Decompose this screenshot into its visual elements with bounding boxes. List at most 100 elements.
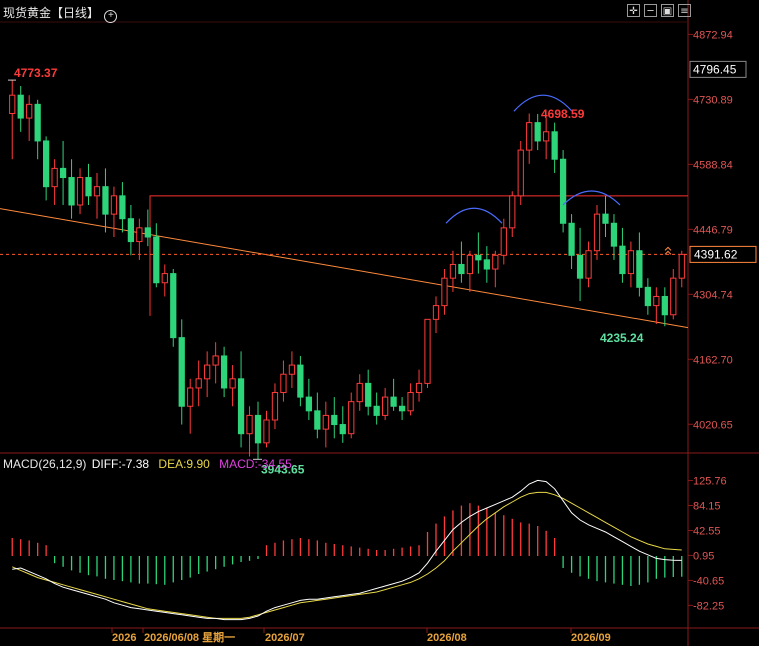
candle-body bbox=[526, 122, 533, 151]
candle-body bbox=[449, 263, 457, 279]
candle-body bbox=[382, 396, 389, 416]
price-tick-label: 4162.70 bbox=[693, 354, 733, 366]
price-tick-label: 4872.94 bbox=[693, 29, 733, 41]
price-tick-label: 4020.65 bbox=[693, 419, 733, 431]
candle-body bbox=[644, 286, 651, 307]
chart-menu-icon[interactable]: ≡ bbox=[678, 4, 691, 17]
candle-body bbox=[576, 254, 584, 279]
x-tick-label: 2026/07 bbox=[265, 632, 305, 644]
candle-body bbox=[119, 195, 126, 220]
candle-body bbox=[559, 158, 567, 224]
x-tick-label-hover: 2026/06/08 星期一 bbox=[144, 630, 235, 644]
left-shoulder-arc bbox=[445, 207, 503, 224]
candle-body bbox=[288, 364, 296, 375]
candle-body bbox=[661, 295, 668, 316]
candle-body bbox=[653, 295, 660, 307]
candle-body bbox=[390, 396, 397, 407]
candle-body bbox=[475, 254, 482, 261]
candle-body bbox=[237, 378, 245, 435]
candle-body bbox=[678, 253, 685, 279]
candle-body bbox=[619, 245, 626, 275]
price-tick-label: 4304.74 bbox=[693, 289, 733, 301]
candle-body bbox=[593, 213, 601, 252]
dea-line bbox=[12, 491, 682, 619]
zoom-out-icon[interactable]: ─ bbox=[644, 4, 657, 17]
candle-body bbox=[229, 378, 236, 389]
candle-body bbox=[568, 222, 575, 256]
y-axis: 4872.94 4730.89 4588.84 4446.79 4304.74 4162.… bbox=[688, 29, 757, 612]
x-tick-label: 2026/08 bbox=[427, 632, 467, 644]
candle-body bbox=[509, 195, 516, 229]
candle-body bbox=[212, 355, 219, 366]
candle-body bbox=[59, 167, 67, 179]
candle-body bbox=[458, 263, 465, 275]
candle-body bbox=[322, 414, 329, 430]
candle-body bbox=[670, 277, 677, 316]
candle-body bbox=[415, 382, 423, 394]
macd-tick-label: 84.15 bbox=[693, 501, 721, 513]
candle-body bbox=[543, 131, 550, 142]
macd-tick-label: 125.76 bbox=[693, 476, 727, 488]
candle-body bbox=[551, 131, 558, 160]
hover-price-label: 4796.45 bbox=[693, 62, 737, 76]
candle-body bbox=[153, 236, 160, 284]
plus-circle-icon[interactable]: + bbox=[104, 10, 118, 23]
candle-body bbox=[398, 405, 406, 412]
candle-body bbox=[161, 273, 168, 284]
candle-body bbox=[51, 167, 58, 188]
diff-value: DIFF:-7.38 bbox=[91, 457, 150, 471]
x-tick-label: 2026 bbox=[112, 632, 136, 644]
candle-body bbox=[356, 382, 363, 403]
chart-title: 现货黄金【日线】 + bbox=[3, 4, 118, 23]
candle-body bbox=[76, 177, 84, 206]
candle-body bbox=[220, 355, 228, 389]
candle-body bbox=[534, 122, 541, 142]
candle-body bbox=[517, 149, 524, 197]
dea-value: DEA:9.90 bbox=[158, 457, 210, 471]
picture-icon[interactable]: ▣ bbox=[661, 4, 674, 17]
current-price-label: 4391.62 bbox=[694, 247, 738, 261]
candle-body bbox=[254, 414, 262, 444]
candle-body bbox=[483, 259, 490, 270]
chart-title-text: 现货黄金【日线】 bbox=[3, 6, 100, 20]
macd-tick-label: 42.55 bbox=[693, 525, 721, 537]
candle-body bbox=[204, 364, 211, 380]
trend-line bbox=[0, 208, 689, 329]
candle-body bbox=[610, 222, 618, 247]
candle-body bbox=[339, 424, 346, 435]
candle-body bbox=[110, 195, 118, 215]
macd-tick-label: -40.65 bbox=[693, 575, 724, 587]
candle-body bbox=[348, 401, 355, 435]
candle-body bbox=[246, 414, 253, 435]
grid-lines bbox=[0, 0, 759, 646]
candle-body bbox=[144, 227, 151, 238]
recent-low-annotation: 4235.24 bbox=[600, 331, 644, 345]
candle-body bbox=[492, 254, 499, 270]
price-tick-label: 4730.89 bbox=[693, 94, 733, 106]
macd-tick-label: 0.95 bbox=[693, 550, 714, 562]
candle-body bbox=[271, 392, 279, 421]
candle-body bbox=[627, 250, 635, 275]
candle-body bbox=[500, 227, 507, 256]
macd-value: MACD:-34.55 bbox=[219, 457, 292, 471]
chart-canvas: 4773.374698.593943.654235.24 4872.944730… bbox=[0, 0, 759, 646]
candle-body bbox=[85, 177, 92, 197]
candle-body bbox=[195, 378, 202, 389]
candle-body bbox=[636, 250, 643, 288]
candle-body bbox=[136, 227, 143, 243]
x-tick-label: 2026/09 bbox=[571, 632, 611, 644]
candle-body bbox=[407, 392, 414, 412]
crosshair-icon[interactable]: ✛ bbox=[627, 4, 640, 17]
candle-body bbox=[314, 410, 321, 430]
candle-body bbox=[68, 177, 75, 206]
candle-body bbox=[602, 213, 609, 224]
candle-body bbox=[305, 396, 312, 412]
price-tick-label: 4588.84 bbox=[693, 159, 733, 171]
high-annotation: 4773.37 bbox=[14, 66, 58, 80]
candle-body bbox=[17, 94, 24, 119]
candle-body bbox=[178, 337, 185, 407]
candle-body bbox=[127, 218, 135, 243]
candle-body bbox=[93, 186, 101, 197]
candle-body bbox=[585, 250, 592, 279]
macd-panel bbox=[11, 479, 683, 621]
